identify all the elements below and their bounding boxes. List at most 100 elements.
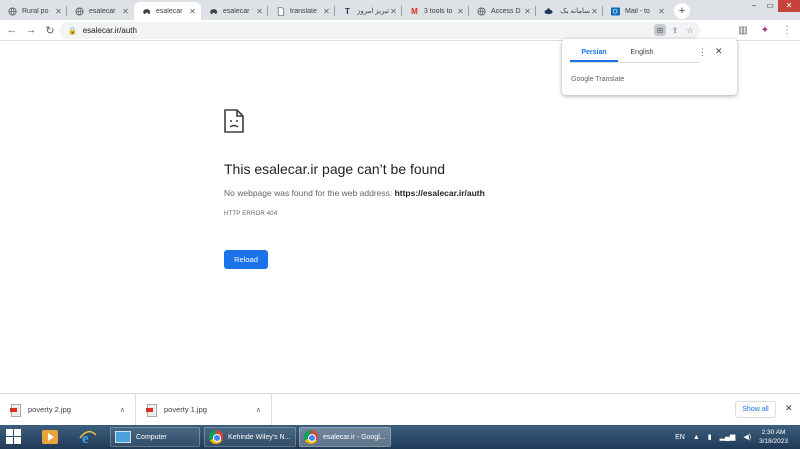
menu-icon[interactable]: ⋮	[780, 23, 794, 37]
side-panel-icon[interactable]: ▥	[736, 23, 750, 37]
download-item[interactable]: poverty 2.jpg ∧	[0, 394, 136, 425]
close-tab-icon[interactable]: ✕	[54, 7, 63, 16]
tab-title: 3 tools to	[424, 7, 453, 15]
toolbar-right: ▥ ✦ ⋮	[736, 23, 794, 37]
error-title: This esalecar.ir page can’t be found	[224, 161, 446, 177]
volume-icon[interactable]: ◀)	[743, 433, 751, 441]
taskbar-item-label: Kehinde Wiley's N...	[228, 433, 291, 441]
image-file-icon	[146, 404, 157, 417]
tab-title: Mail - to	[625, 7, 650, 15]
omnibox-actions: ⊞ ⇪ ☆	[654, 24, 696, 36]
close-tab-icon[interactable]: ✕	[523, 7, 532, 16]
tab[interactable]: esalecar ✕	[67, 2, 134, 20]
close-tab-icon[interactable]: ✕	[255, 7, 264, 16]
download-filename: poverty 2.jpg	[28, 405, 71, 414]
chevron-up-icon[interactable]: ∧	[120, 406, 125, 414]
toolbar: ← → ↻ 🔒 esalecar.ir/auth ⊞ ⇪ ☆ ▥ ✦ ⋮	[0, 20, 800, 41]
battery-icon[interactable]: ▮	[708, 433, 712, 441]
tab-title: translate	[290, 7, 317, 15]
tab[interactable]: M 3 tools to ✕	[402, 2, 469, 20]
taskbar-item-label: esalecar.ir - Googl...	[323, 433, 386, 441]
google-translate-label: Google Translate	[571, 76, 625, 83]
bookmark-star-icon[interactable]: ☆	[684, 24, 696, 36]
taskbar-item-chrome[interactable]: Kehinde Wiley's N...	[204, 427, 296, 447]
language-indicator[interactable]: EN	[675, 434, 685, 441]
tab[interactable]: esalecar ✕	[201, 2, 268, 20]
download-item[interactable]: poverty 1.jpg ∧	[136, 394, 272, 425]
chevron-up-icon[interactable]: ▲	[693, 434, 700, 441]
lock-icon[interactable]: 🔒	[68, 27, 77, 35]
close-tab-icon[interactable]: ✕	[188, 7, 197, 16]
globe-icon	[75, 6, 84, 16]
close-tab-icon[interactable]: ✕	[590, 7, 599, 16]
image-file-icon	[10, 404, 21, 417]
maximize-icon[interactable]: ▭	[762, 0, 778, 12]
clock-time: 2:30 AM	[761, 429, 786, 436]
downloads-bar: poverty 2.jpg ∧ poverty 1.jpg ∧ Show all…	[0, 393, 800, 425]
network-icon[interactable]: ▂▄▆	[720, 433, 736, 441]
tab-title: esalecar	[223, 7, 250, 15]
chevron-up-icon[interactable]: ∧	[256, 406, 261, 414]
more-options-icon[interactable]: ⋮	[698, 47, 707, 58]
taskbar-item-chrome-active[interactable]: esalecar.ir - Googl...	[299, 427, 391, 447]
media-player-icon[interactable]	[40, 428, 60, 446]
chrome-icon	[304, 430, 318, 444]
back-icon[interactable]: ←	[5, 23, 19, 37]
taskbar-item-computer[interactable]: Computer	[110, 427, 200, 447]
sad-page-icon	[224, 109, 244, 133]
translate-icon[interactable]: ⊞	[654, 24, 666, 36]
close-icon[interactable]: ✕	[715, 46, 723, 57]
tab-title: esalecar	[89, 7, 116, 15]
tab-persian[interactable]: Persian	[570, 47, 618, 62]
close-icon[interactable]: ✕	[785, 403, 793, 414]
window-close-icon[interactable]: ✕	[778, 0, 800, 12]
tab[interactable]: Access D ✕	[469, 2, 536, 20]
error-description-text: No webpage was found for the web address…	[224, 188, 395, 198]
internet-explorer-icon[interactable]: e	[78, 428, 98, 446]
share-icon[interactable]: ⇪	[669, 24, 681, 36]
new-tab-button[interactable]: +	[674, 3, 690, 19]
tab-title: تبریز امروز	[357, 8, 389, 15]
tab-active[interactable]: esalecar ✕	[134, 2, 201, 20]
tabriz-icon: T	[345, 6, 350, 16]
close-tab-icon[interactable]: ✕	[389, 7, 398, 16]
tab[interactable]: Rural po ✕	[0, 2, 67, 20]
forward-icon[interactable]: →	[24, 23, 38, 37]
globe-icon	[477, 6, 486, 16]
tab-strip: Rural po ✕ esalecar ✕ esalecar ✕ esaleca…	[0, 0, 800, 20]
reload-button[interactable]: Reload	[224, 250, 268, 269]
translate-popup: Persian English ⋮ ✕ Google Translate	[562, 39, 737, 95]
globe-icon	[8, 6, 17, 16]
tab[interactable]: O Mail - to ✕	[603, 2, 670, 20]
download-filename: poverty 1.jpg	[164, 405, 207, 414]
extension-icon[interactable]: ✦	[758, 23, 772, 37]
show-all-button[interactable]: Show all	[735, 401, 776, 418]
close-tab-icon[interactable]: ✕	[322, 7, 331, 16]
svg-text:O: O	[613, 8, 618, 15]
tab-english[interactable]: English	[618, 47, 666, 62]
clock[interactable]: 2:30 AM 3/18/2023	[759, 428, 788, 446]
portal-icon	[544, 7, 553, 16]
outlook-icon: O	[611, 6, 620, 16]
close-tab-icon[interactable]: ✕	[456, 7, 465, 16]
error-url: https://esalecar.ir/auth	[394, 188, 485, 198]
tab-title: esalecar	[156, 7, 183, 15]
browser-window: Rural po ✕ esalecar ✕ esalecar ✕ esaleca…	[0, 0, 800, 449]
tab[interactable]: سامانه یک ✕	[536, 2, 603, 20]
start-button[interactable]	[6, 429, 22, 445]
error-description: No webpage was found for the web address…	[224, 188, 485, 198]
window-controls: – ▭ ✕	[746, 0, 800, 12]
close-tab-icon[interactable]: ✕	[657, 7, 666, 16]
chrome-icon	[209, 430, 223, 444]
car-icon	[142, 7, 151, 16]
address-url: esalecar.ir/auth	[82, 26, 137, 35]
tab[interactable]: T تبریز امروز ✕	[335, 2, 402, 20]
computer-icon	[115, 431, 131, 443]
tab[interactable]: translate ✕	[268, 2, 335, 20]
address-bar[interactable]: 🔒 esalecar.ir/auth ⊞ ⇪ ☆	[60, 22, 700, 39]
document-icon	[276, 6, 285, 16]
taskbar: e Computer Kehinde Wiley's N... esalecar…	[0, 425, 800, 449]
reload-icon[interactable]: ↻	[43, 23, 57, 37]
close-tab-icon[interactable]: ✕	[121, 7, 130, 16]
minimize-icon[interactable]: –	[746, 0, 762, 12]
